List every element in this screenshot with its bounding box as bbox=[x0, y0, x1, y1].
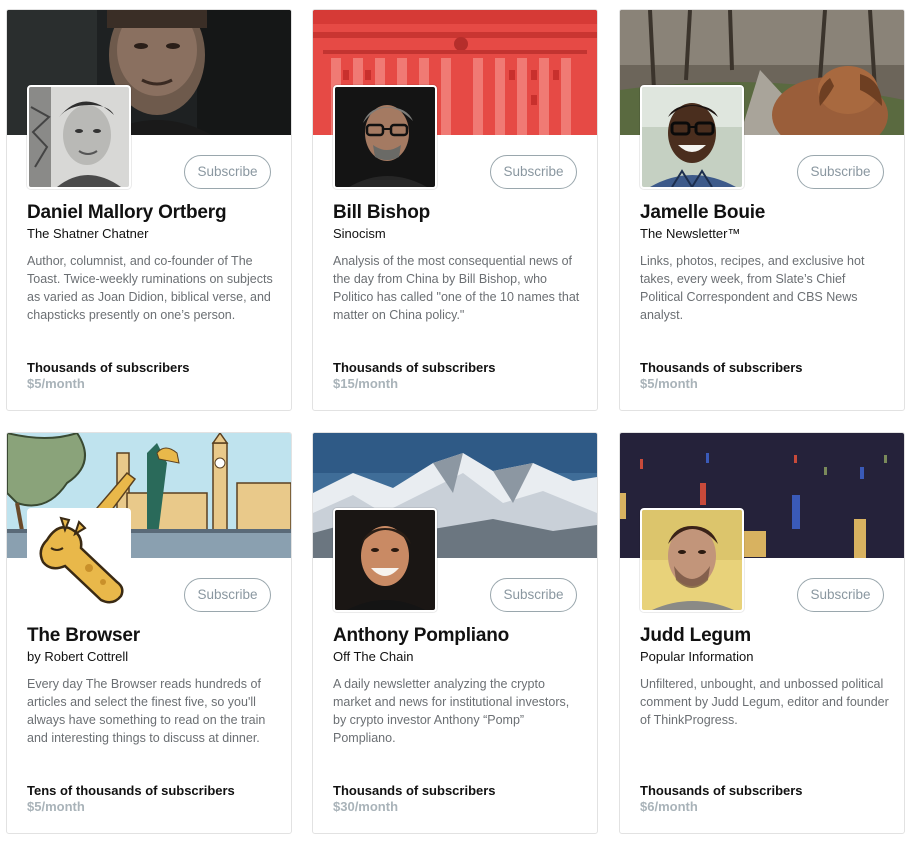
publication-name: The Shatner Chatner bbox=[27, 226, 149, 241]
author-avatar bbox=[333, 508, 437, 612]
author-name[interactable]: The Browser bbox=[27, 625, 140, 647]
author-name[interactable]: Bill Bishop bbox=[333, 202, 430, 224]
publication-card[interactable]: Subscribe Anthony Pompliano Off The Chai… bbox=[312, 432, 598, 834]
subscribe-button[interactable]: Subscribe bbox=[797, 578, 884, 612]
price: $15/month bbox=[333, 376, 399, 391]
publication-grid: Subscribe Daniel Mallory Ortberg The Sha… bbox=[0, 0, 914, 841]
subscribe-button[interactable]: Subscribe bbox=[797, 155, 884, 189]
publication-name: Popular Information bbox=[640, 649, 754, 664]
price: $5/month bbox=[27, 376, 85, 391]
author-name[interactable]: Judd Legum bbox=[640, 625, 751, 647]
publication-card[interactable]: Subscribe Judd Legum Popular Information… bbox=[619, 432, 905, 834]
author-avatar bbox=[333, 85, 437, 189]
publication-name: Sinocism bbox=[333, 226, 386, 241]
subscriber-count: Thousands of subscribers bbox=[640, 360, 803, 375]
publication-card[interactable]: Subscribe Bill Bishop Sinocism Analysis … bbox=[312, 9, 598, 411]
publication-description: Links, photos, recipes, and exclusive ho… bbox=[640, 254, 865, 322]
publication-description: Analysis of the most consequential news … bbox=[333, 254, 580, 322]
giraffe-logo-icon bbox=[27, 508, 131, 612]
subscribe-button[interactable]: Subscribe bbox=[490, 578, 577, 612]
price: $5/month bbox=[640, 376, 698, 391]
author-avatar bbox=[640, 508, 744, 612]
author-avatar bbox=[27, 85, 131, 189]
publication-name: by Robert Cottrell bbox=[27, 649, 129, 664]
publication-description: Author, columnist, and co-founder of The… bbox=[27, 254, 273, 322]
publication-description: A daily newsletter analyzing the crypto … bbox=[333, 677, 570, 745]
author-avatar bbox=[640, 85, 744, 189]
publication-card[interactable]: Subscribe Jamelle Bouie The Newsletter™ … bbox=[619, 9, 905, 411]
publication-name: Off The Chain bbox=[333, 649, 414, 664]
publication-card[interactable]: Subscribe Daniel Mallory Ortberg The Sha… bbox=[6, 9, 292, 411]
subscribe-button[interactable]: Subscribe bbox=[184, 578, 271, 612]
publication-card[interactable]: Subscribe The Browser by Robert Cottrell… bbox=[6, 432, 292, 834]
publication-name: The Newsletter™ bbox=[640, 226, 741, 241]
subscriber-count: Thousands of subscribers bbox=[640, 783, 803, 798]
author-name[interactable]: Anthony Pompliano bbox=[333, 625, 509, 647]
author-name[interactable]: Jamelle Bouie bbox=[640, 202, 765, 224]
subscribe-button[interactable]: Subscribe bbox=[490, 155, 577, 189]
subscriber-count: Tens of thousands of subscribers bbox=[27, 783, 235, 798]
price: $6/month bbox=[640, 799, 698, 814]
price: $30/month bbox=[333, 799, 399, 814]
publication-description: Unfiltered, unbought, and unbossed polit… bbox=[640, 677, 889, 727]
subscriber-count: Thousands of subscribers bbox=[333, 783, 496, 798]
subscribe-button[interactable]: Subscribe bbox=[184, 155, 271, 189]
publication-description: Every day The Browser reads hundreds of … bbox=[27, 677, 266, 745]
subscriber-count: Thousands of subscribers bbox=[27, 360, 190, 375]
subscriber-count: Thousands of subscribers bbox=[333, 360, 496, 375]
price: $5/month bbox=[27, 799, 85, 814]
author-name[interactable]: Daniel Mallory Ortberg bbox=[27, 202, 227, 224]
